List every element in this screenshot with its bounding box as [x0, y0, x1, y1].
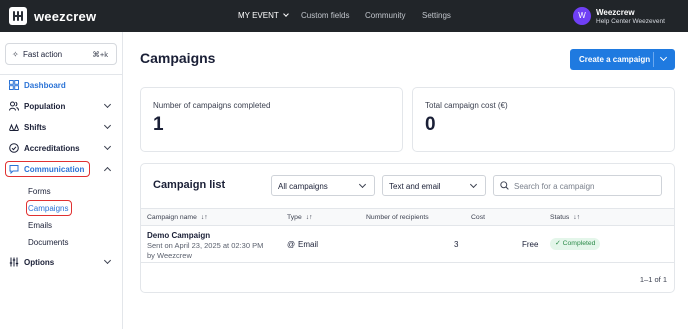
sort-icon: ↓↑	[305, 214, 313, 221]
column-header-label: Campaign name	[147, 214, 197, 221]
user-name[interactable]: Weezcrew	[596, 8, 635, 17]
nav-community[interactable]: Community	[365, 11, 405, 20]
chevron-down-icon	[469, 180, 478, 189]
status-label: Completed	[562, 240, 596, 247]
search-placeholder: Search for a campaign	[514, 182, 595, 191]
chevron-up-icon	[103, 166, 112, 175]
sidebar-subitem-forms[interactable]: Forms	[28, 187, 51, 196]
campaign-filter-select[interactable]: All campaigns	[271, 175, 375, 196]
create-campaign-label: Create a campaign	[579, 55, 651, 64]
sidebar-item-label: Population	[24, 102, 66, 111]
table-row[interactable]: Demo Campaign Sent on April 23, 2025 at …	[141, 226, 674, 263]
campaign-recipients: 3	[454, 240, 459, 249]
column-header-type[interactable]: Type ↓↑	[287, 214, 313, 221]
highlight-box-campaigns	[26, 200, 72, 216]
nav-custom-fields[interactable]: Custom fields	[301, 11, 349, 20]
campaign-list-title: Campaign list	[153, 179, 226, 191]
divider	[0, 74, 122, 75]
column-header-cost: Cost	[471, 214, 485, 221]
sort-icon: ↓↑	[200, 214, 208, 221]
chevron-down-icon	[103, 100, 112, 109]
sidebar-item-label: Shifts	[24, 123, 47, 132]
nav-settings[interactable]: Settings	[422, 11, 451, 20]
nav-my-event[interactable]: MY EVENT	[238, 11, 289, 20]
avatar[interactable]: W	[573, 7, 591, 25]
sidebar-item-shifts[interactable]: Shifts	[8, 120, 114, 136]
sort-icon: ↓↑	[573, 214, 581, 221]
chevron-down-icon	[103, 142, 112, 151]
sidebar-subitem-documents[interactable]: Documents	[28, 238, 68, 247]
sidebar-item-population[interactable]: Population	[8, 99, 114, 115]
sparkle-icon: ✧	[12, 50, 19, 59]
shifts-icon	[9, 123, 19, 131]
sidebar-item-dashboard[interactable]: Dashboard	[8, 78, 114, 94]
top-bar: weezcrew MY EVENT Custom fields Communit…	[0, 0, 688, 32]
chevron-down-icon[interactable]	[659, 53, 668, 62]
stat-value: 1	[153, 114, 164, 135]
campaign-type: Email	[298, 240, 319, 249]
page-title: Campaigns	[140, 50, 216, 66]
sidebar: ✧ Fast action ⌘+k Dashboard Population S…	[0, 32, 123, 329]
users-icon	[9, 101, 19, 111]
at-sign-icon: @	[287, 240, 296, 249]
sliders-icon	[9, 257, 19, 267]
fast-action-button[interactable]: ✧ Fast action ⌘+k	[5, 43, 117, 65]
campaign-author: by Weezcrew	[147, 251, 192, 260]
stat-label: Number of campaigns completed	[153, 101, 271, 110]
chevron-down-icon	[103, 256, 112, 265]
select-value: All campaigns	[278, 182, 328, 191]
fast-action-label: Fast action	[23, 50, 63, 59]
brand-name: weezcrew	[34, 9, 97, 24]
stat-card-total-cost: Total campaign cost (€) 0	[412, 87, 675, 152]
user-organization: Help Center Weezevent	[596, 18, 665, 25]
column-header-label: Status	[550, 214, 570, 221]
campaign-list-card: Campaign list All campaigns Text and ema…	[140, 163, 675, 293]
campaign-sent-date: Sent on April 23, 2025 at 02:30 PM	[147, 241, 264, 250]
campaign-cost: Free	[522, 240, 539, 249]
pagination-info: 1–1 of 1	[639, 275, 667, 284]
sidebar-item-label: Accreditations	[24, 144, 80, 153]
table-header: Campaign name ↓↑ Type ↓↑ Number of recipie…	[141, 208, 674, 226]
campaign-search-input[interactable]: Search for a campaign	[493, 175, 662, 196]
sidebar-item-options[interactable]: Options	[8, 255, 114, 271]
stat-card-campaigns-completed: Number of campaigns completed 1	[140, 87, 403, 152]
check-circle-icon	[9, 143, 19, 153]
sidebar-item-accreditations[interactable]: Accreditations	[8, 141, 114, 157]
check-icon: ✓	[555, 240, 563, 247]
create-campaign-button[interactable]: Create a campaign	[570, 49, 675, 70]
sidebar-item-label: Dashboard	[24, 81, 66, 90]
select-value: Text and email	[389, 182, 441, 191]
status-badge: ✓ Completed	[550, 238, 601, 250]
campaign-name[interactable]: Demo Campaign	[147, 231, 210, 240]
button-divider	[653, 52, 654, 67]
highlight-box-communication	[5, 161, 90, 177]
channel-filter-select[interactable]: Text and email	[382, 175, 486, 196]
dashboard-icon	[9, 80, 19, 90]
sidebar-subitem-emails[interactable]: Emails	[28, 221, 52, 230]
column-header-name[interactable]: Campaign name ↓↑	[147, 214, 208, 221]
search-icon	[500, 181, 509, 190]
column-header-status[interactable]: Status ↓↑	[550, 214, 580, 221]
weezcrew-logo-icon[interactable]	[9, 7, 27, 25]
nav-my-event-label: MY EVENT	[238, 11, 279, 20]
column-header-label: Type	[287, 214, 302, 221]
chevron-down-icon	[103, 121, 112, 130]
chevron-down-icon	[358, 180, 367, 189]
column-header-recipients: Number of recipients	[366, 214, 429, 221]
sidebar-item-label: Options	[24, 258, 55, 267]
stat-label: Total campaign cost (€)	[425, 101, 508, 110]
stat-value: 0	[425, 114, 436, 135]
chevron-down-icon	[282, 11, 289, 17]
fast-action-shortcut: ⌘+k	[92, 50, 108, 59]
